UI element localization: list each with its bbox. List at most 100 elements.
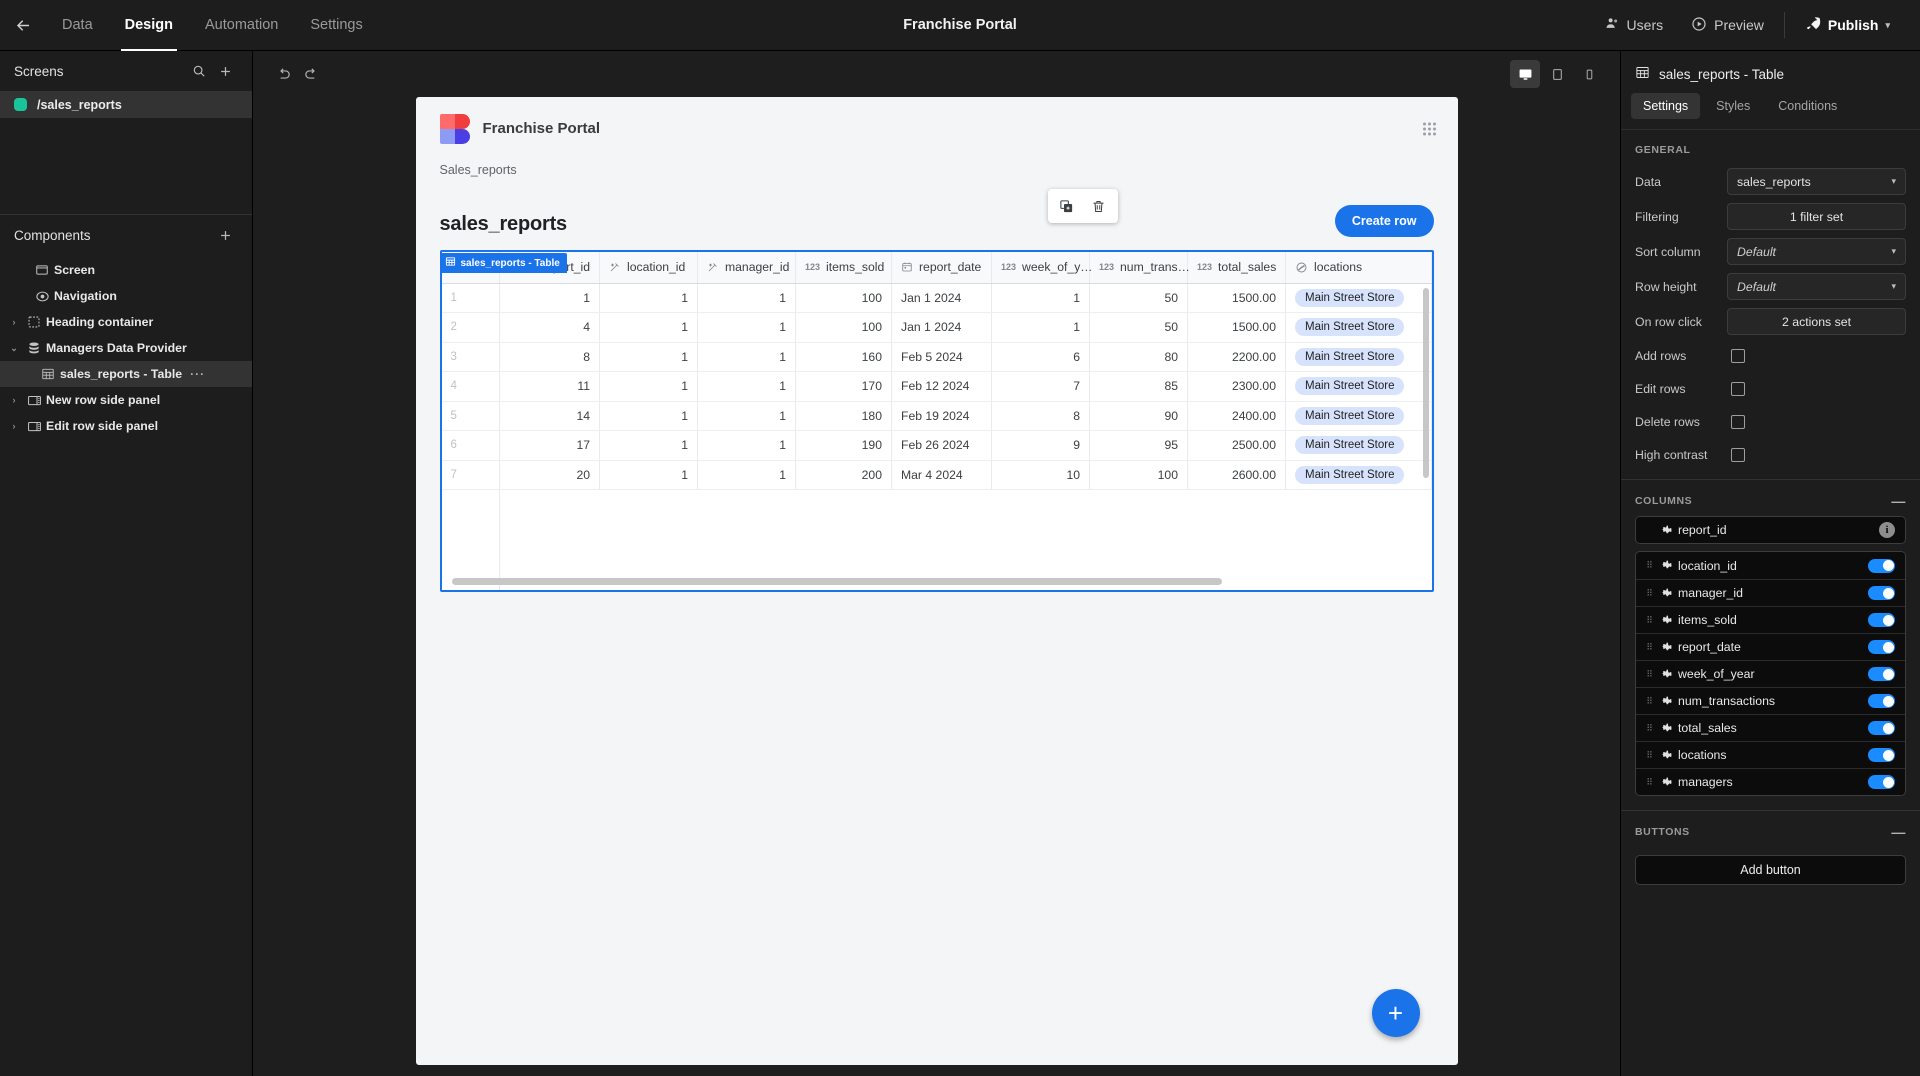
column-row-report-id[interactable]: report_id i bbox=[1635, 516, 1906, 544]
cell-items-sold[interactable]: 200 bbox=[795, 460, 892, 490]
column-header-total-sales[interactable]: 123 total_sales bbox=[1187, 252, 1286, 284]
cell-total-sales[interactable]: 2500.00 bbox=[1187, 430, 1286, 461]
drag-handle-icon[interactable]: ⠿ bbox=[1642, 723, 1656, 734]
cell-manager-id[interactable]: 1 bbox=[697, 401, 796, 431]
horizontal-scrollbar[interactable] bbox=[451, 578, 1222, 585]
column-visibility-toggle[interactable] bbox=[1868, 613, 1895, 627]
table-row[interactable]: 6 17 1 1 190 Feb 26 2024 9 95 2500.00 Ma… bbox=[441, 430, 1432, 461]
back-icon[interactable] bbox=[0, 0, 46, 51]
column-row-num-transactions[interactable]: ⠿ num_transactions bbox=[1636, 687, 1905, 714]
device-mobile-icon[interactable] bbox=[1574, 60, 1604, 88]
cell-num-transactions[interactable]: 80 bbox=[1089, 342, 1188, 372]
add-component-icon[interactable] bbox=[212, 222, 238, 248]
cell-report-date[interactable]: Feb 26 2024 bbox=[891, 430, 992, 461]
cell-report-date[interactable]: Feb 12 2024 bbox=[891, 371, 992, 402]
collapse-columns-icon[interactable]: — bbox=[1891, 494, 1906, 508]
gear-icon[interactable] bbox=[1656, 668, 1678, 681]
drag-handle-icon[interactable] bbox=[1422, 122, 1436, 135]
tab-styles[interactable]: Styles bbox=[1704, 93, 1762, 119]
column-row-total-sales[interactable]: ⠿ total_sales bbox=[1636, 714, 1905, 741]
cell-location-id[interactable]: 1 bbox=[599, 401, 698, 431]
cell-week-of-year[interactable]: 10 bbox=[991, 460, 1090, 490]
edit-rows-checkbox[interactable] bbox=[1731, 381, 1745, 396]
cell-locations[interactable]: Main Street Store bbox=[1285, 283, 1432, 313]
gear-icon[interactable] bbox=[1656, 749, 1678, 762]
cell-total-sales[interactable]: 1500.00 bbox=[1187, 312, 1286, 343]
cell-location-id[interactable]: 1 bbox=[599, 312, 698, 343]
preview-button[interactable]: Preview bbox=[1677, 0, 1778, 51]
cell-locations[interactable]: Main Street Store bbox=[1285, 371, 1432, 402]
drag-handle-icon[interactable]: ⠿ bbox=[1642, 588, 1656, 599]
tree-caret[interactable]: › bbox=[6, 395, 22, 405]
cell-num-transactions[interactable]: 85 bbox=[1089, 371, 1188, 402]
tab-settings[interactable]: Settings bbox=[1631, 93, 1701, 119]
cell-locations[interactable]: Main Street Store bbox=[1285, 460, 1432, 490]
cell-report-id[interactable]: 4 bbox=[499, 312, 600, 343]
cell-num-transactions[interactable]: 95 bbox=[1089, 430, 1188, 461]
table-row[interactable]: 4 11 1 1 170 Feb 12 2024 7 85 2300.00 Ma… bbox=[441, 371, 1432, 402]
tree-item-managers-data-provider[interactable]: ⌄ Managers Data Provider bbox=[0, 335, 252, 361]
floating-add-button[interactable]: + bbox=[1371, 989, 1420, 1037]
column-header-week-of-year[interactable]: 123 week_of_y… bbox=[991, 252, 1092, 284]
gear-icon[interactable] bbox=[1656, 587, 1678, 600]
column-header-num-transactions[interactable]: 123 num_trans… bbox=[1089, 252, 1190, 284]
cell-num-transactions[interactable]: 90 bbox=[1089, 401, 1188, 431]
cell-week-of-year[interactable]: 7 bbox=[991, 371, 1090, 402]
duplicate-icon[interactable] bbox=[1052, 193, 1082, 219]
cell-total-sales[interactable]: 2600.00 bbox=[1187, 460, 1286, 490]
tree-item-new-row-side-panel[interactable]: › New row side panel bbox=[0, 387, 252, 413]
column-header-locations[interactable]: locations bbox=[1285, 252, 1432, 284]
cell-total-sales[interactable]: 2200.00 bbox=[1187, 342, 1286, 372]
column-header-report-date[interactable]: report_date bbox=[891, 252, 992, 284]
drag-handle-icon[interactable]: ⠿ bbox=[1642, 750, 1656, 761]
create-row-button[interactable]: Create row bbox=[1334, 205, 1434, 237]
cell-report-id[interactable]: 8 bbox=[499, 342, 600, 372]
table-row[interactable]: 1 1 1 1 100 Jan 1 2024 1 50 1500.00 Main… bbox=[441, 283, 1432, 313]
cell-location-id[interactable]: 1 bbox=[599, 342, 698, 372]
users-button[interactable]: Users bbox=[1591, 0, 1678, 51]
tree-caret[interactable]: › bbox=[6, 421, 22, 431]
high-contrast-checkbox[interactable] bbox=[1731, 447, 1745, 462]
cell-locations[interactable]: Main Street Store bbox=[1285, 430, 1432, 461]
gear-icon[interactable] bbox=[1656, 524, 1678, 537]
cell-manager-id[interactable]: 1 bbox=[697, 283, 796, 313]
relation-chip[interactable]: Main Street Store bbox=[1295, 377, 1405, 396]
column-visibility-toggle[interactable] bbox=[1868, 748, 1895, 762]
cell-manager-id[interactable]: 1 bbox=[697, 371, 796, 402]
gear-icon[interactable] bbox=[1656, 695, 1678, 708]
cell-report-id[interactable]: 1 bbox=[499, 283, 600, 313]
cell-location-id[interactable]: 1 bbox=[599, 430, 698, 461]
column-row-items-sold[interactable]: ⠿ items_sold bbox=[1636, 606, 1905, 633]
cell-location-id[interactable]: 1 bbox=[599, 283, 698, 313]
column-row-location-id[interactable]: ⠿ location_id bbox=[1636, 552, 1905, 579]
column-visibility-toggle[interactable] bbox=[1868, 640, 1895, 654]
drag-handle-icon[interactable]: ⠿ bbox=[1642, 615, 1656, 626]
tree-item-menu-icon[interactable]: ··· bbox=[190, 367, 205, 381]
drag-handle-icon[interactable]: ⠿ bbox=[1642, 696, 1656, 707]
cell-report-id[interactable]: 11 bbox=[499, 371, 600, 402]
column-row-week-of-year[interactable]: ⠿ week_of_year bbox=[1636, 660, 1905, 687]
table-scroll-region[interactable]: report_id bbox=[441, 252, 1432, 590]
collapse-buttons-icon[interactable]: — bbox=[1891, 825, 1906, 839]
table-row[interactable]: 7 20 1 1 200 Mar 4 2024 10 100 2600.00 M… bbox=[441, 460, 1432, 490]
tab-conditions[interactable]: Conditions bbox=[1766, 93, 1849, 119]
cell-items-sold[interactable]: 180 bbox=[795, 401, 892, 431]
column-header-manager-id[interactable]: manager_id bbox=[697, 252, 796, 284]
tree-caret[interactable]: ⌄ bbox=[6, 343, 22, 354]
filtering-button[interactable]: 1 filter set bbox=[1727, 203, 1906, 230]
add-rows-checkbox[interactable] bbox=[1731, 348, 1745, 363]
cell-total-sales[interactable]: 2400.00 bbox=[1187, 401, 1286, 431]
tree-item-heading-container[interactable]: › Heading container bbox=[0, 309, 252, 335]
relation-chip[interactable]: Main Street Store bbox=[1295, 318, 1405, 337]
column-visibility-toggle[interactable] bbox=[1868, 694, 1895, 708]
relation-chip[interactable]: Main Street Store bbox=[1295, 406, 1405, 425]
search-icon[interactable] bbox=[186, 58, 212, 84]
cell-report-id[interactable]: 20 bbox=[499, 460, 600, 490]
cell-report-id[interactable]: 14 bbox=[499, 401, 600, 431]
cell-num-transactions[interactable]: 50 bbox=[1089, 283, 1188, 313]
row-height-select[interactable]: Default ▾ bbox=[1727, 273, 1906, 300]
cell-manager-id[interactable]: 1 bbox=[697, 460, 796, 490]
gear-icon[interactable] bbox=[1656, 776, 1678, 789]
vertical-scrollbar[interactable] bbox=[1422, 288, 1429, 478]
cell-location-id[interactable]: 1 bbox=[599, 371, 698, 402]
